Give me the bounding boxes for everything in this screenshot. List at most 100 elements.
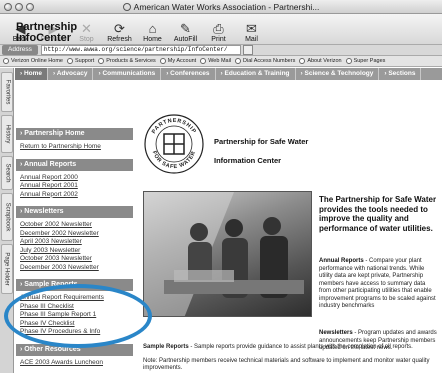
link-april-2003-newsletter[interactable]: April 2003 Newsletter (20, 238, 82, 246)
window-title: American Water Works Association - Partn… (133, 2, 320, 12)
home-icon: ⌂ (148, 21, 157, 36)
address-input[interactable]: http://www.awwa.org/science/partnership/… (40, 45, 241, 55)
link-ace-2003-awards-luncheon[interactable]: ACE 2003 Awards Luncheon (20, 359, 103, 367)
favorite-web-mail[interactable]: Web Mail (200, 58, 231, 64)
favorite-verizon-online-home[interactable]: Verizon Online Home (3, 58, 63, 64)
favorite-super-pages[interactable]: Super Pages (345, 58, 385, 64)
nav-education-training[interactable]: › Education & Training (216, 68, 296, 80)
favorite-about-verizon[interactable]: About Verizon (299, 58, 342, 64)
section-header-newsletters[interactable]: › Newsletters (16, 206, 133, 218)
newsletters-label: Newsletters (319, 330, 353, 336)
section-header-partnership-home[interactable]: › Partnership Home (16, 128, 133, 140)
nav-advocacy[interactable]: › Advocacy (48, 68, 94, 80)
sidetab-label: Scrapbook (4, 202, 10, 232)
nav-sections[interactable]: › Sections (379, 68, 422, 80)
annual-reports-blurb: Annual Reports - Compare your plant perf… (319, 258, 439, 311)
minimize-window-button[interactable] (15, 3, 23, 11)
autofill-button[interactable]: ✎ AutoFill (169, 16, 202, 44)
home-label: Home (143, 36, 162, 43)
favorite-my-account[interactable]: My Account (159, 58, 197, 64)
link-july-2003-newsletter[interactable]: July 2003 Newsletter (20, 247, 80, 255)
refresh-icon: ⟳ (114, 21, 125, 36)
link-phase-iii-sample-report-1[interactable]: Phase III Sample Report 1 (20, 311, 96, 319)
sidetab-label: Page Holder (4, 252, 11, 286)
section-header-sample-reports[interactable]: › Sample Reports (16, 279, 133, 291)
favorite-globe-icon (98, 58, 105, 64)
favorites-bar: Verizon Online Home Support Products & Ser… (0, 56, 442, 67)
favorite-label: My Account (167, 58, 197, 64)
hero-subtitle: Information Center (214, 156, 282, 165)
go-button[interactable] (242, 45, 253, 55)
favorite-globe-icon (235, 58, 242, 64)
section-header-annual-reports[interactable]: › Annual Reports (16, 158, 133, 171)
annual-reports-label: Annual Reports (319, 258, 364, 264)
refresh-label: Refresh (107, 36, 132, 43)
nav-communications[interactable]: › Communications (93, 68, 162, 80)
note-text: Note: Partnership members receive techni… (143, 358, 430, 371)
link-october-2003-newsletter[interactable]: October 2003 Newsletter (20, 255, 92, 263)
sidetab-label: Search (4, 163, 11, 183)
mail-icon: ✉ (246, 21, 257, 36)
favorite-globe-icon (159, 58, 166, 64)
link-annual-report-requirements[interactable]: Annual Report Requirements (20, 294, 104, 302)
link-phase-iii-checklist[interactable]: Phase III Checklist (20, 303, 74, 311)
stop-icon: ✕ (81, 21, 92, 36)
favorite-support[interactable]: Support (66, 58, 95, 64)
link-annual-report-2002[interactable]: Annual Report 2002 (20, 191, 78, 199)
sidetab-history[interactable]: History (1, 115, 13, 153)
favorite-globe-icon (3, 58, 9, 64)
home-button[interactable]: ⌂ Home (136, 16, 169, 44)
favorite-dial-access-numbers[interactable]: Dial Access Numbers (235, 58, 295, 64)
favorite-globe-icon (345, 58, 352, 64)
favorite-label: Support (74, 58, 95, 64)
stop-label: Stop (79, 36, 94, 43)
autofill-label: AutoFill (173, 36, 198, 43)
favorite-products-services[interactable]: Products & Services (98, 58, 156, 64)
nav-home[interactable]: › Home (15, 68, 49, 80)
refresh-button[interactable]: ⟳ Refresh (103, 16, 136, 44)
site-nav: › Home › Advocacy › Communications › Confer… (15, 68, 442, 80)
print-button[interactable]: ⎙ Print (202, 16, 235, 44)
close-window-button[interactable] (4, 3, 12, 11)
link-october-2002-newsletter[interactable]: October 2002 Newsletter (20, 221, 92, 229)
sample-reports-text: - Sample reports provide guidance to ass… (188, 344, 413, 350)
nav-conferences[interactable]: › Conferences (161, 68, 216, 80)
sidetab-search[interactable]: Search (1, 156, 13, 190)
brand-line-2: InfoCenter (16, 32, 71, 44)
hero-title: Partnership for Safe Water (214, 137, 309, 146)
team-photo (143, 191, 312, 317)
address-bar: Address http://www.awwa.org/science/part… (0, 44, 442, 56)
sidetab-page-holder[interactable]: Page Holder (1, 244, 13, 294)
tagline: The Partnership for Safe Water provides … (319, 195, 437, 233)
window-titlebar: American Water Works Association - Partn… (0, 0, 442, 14)
favorite-label: Products & Services (106, 58, 156, 64)
explorer-sidebar-tabs: Favorites History Search Scrapbook Page Hold… (0, 68, 14, 373)
favorite-label: Verizon Online Home (11, 58, 63, 64)
link-annual-report-2001[interactable]: Annual Report 2001 (20, 182, 78, 190)
address-label: Address (2, 45, 38, 55)
zoom-window-button[interactable] (26, 3, 34, 11)
link-return-to-partnership-home[interactable]: Return to Partnership Home (20, 143, 101, 151)
mail-button[interactable]: ✉ Mail (235, 16, 268, 44)
sample-reports-blurb: Sample Reports - Sample reports provide … (143, 344, 439, 351)
sidetab-label: History (4, 124, 11, 144)
favorite-globe-icon (200, 58, 207, 64)
partnership-seal-logo: PARTNERSHIP FOR SAFE WATER (144, 114, 204, 174)
link-phase-iv-procedures-info[interactable]: Phase IV Procedures & Info (20, 328, 100, 336)
link-annual-report-2000[interactable]: Annual Report 2000 (20, 174, 78, 182)
nav-science-technology[interactable]: › Science & Technology (296, 68, 380, 80)
sample-reports-label: Sample Reports (143, 344, 189, 350)
sidetab-scrapbook[interactable]: Scrapbook (1, 193, 13, 241)
favorite-label: Web Mail (208, 58, 232, 64)
link-december-2002-newsletter[interactable]: December 2002 Newsletter (20, 230, 99, 238)
sidetab-favorites[interactable]: Favorites (1, 72, 13, 112)
link-phase-iv-checklist[interactable]: Phase IV Checklist (20, 320, 75, 328)
section-header-other-resources[interactable]: › Other Resources (16, 343, 133, 356)
favorite-globe-icon (66, 58, 73, 64)
sidetab-label: Favorites (4, 79, 10, 105)
favorite-globe-icon (299, 58, 306, 64)
favorite-label: Dial Access Numbers (243, 58, 296, 64)
link-december-2003-newsletter[interactable]: December 2003 Newsletter (20, 264, 99, 272)
print-icon: ⎙ (213, 21, 224, 36)
annual-reports-text: - Compare your plant performance with na… (319, 258, 436, 309)
